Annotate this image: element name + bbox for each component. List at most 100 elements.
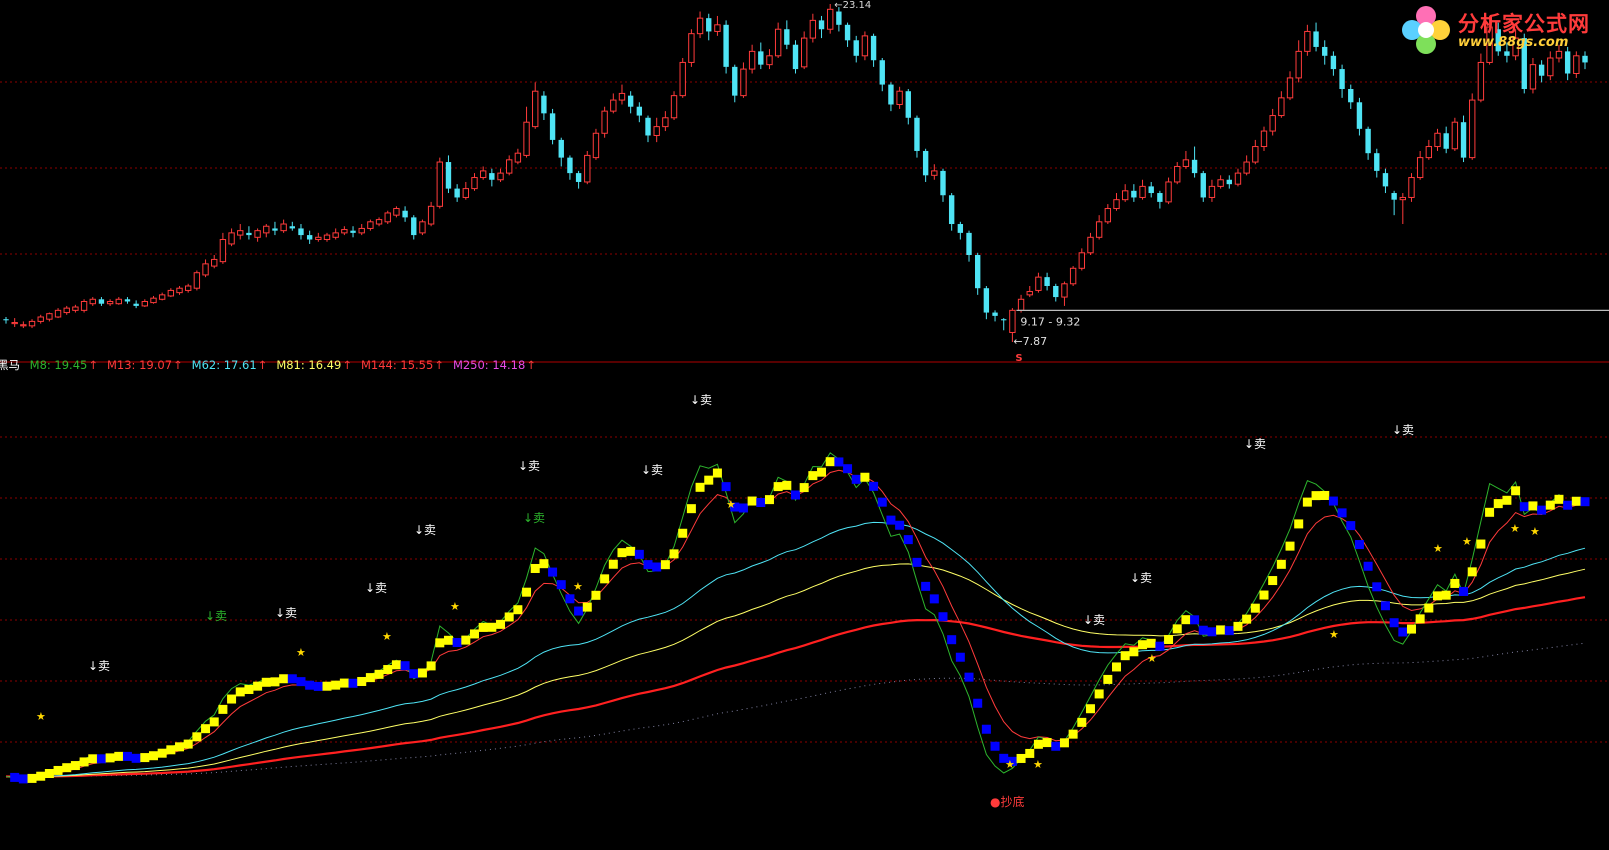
range-label: 9.17 - 9.32 <box>1020 315 1080 328</box>
candle-body <box>289 226 295 229</box>
candle-body <box>246 232 252 236</box>
trend-bar <box>1346 521 1356 531</box>
trend-bar <box>1172 624 1182 634</box>
candle-body <box>1382 173 1389 187</box>
candle-body <box>462 188 470 198</box>
candle-body <box>37 316 44 322</box>
candle-body <box>618 92 626 101</box>
trend-bar <box>270 677 280 687</box>
candle-body <box>1226 179 1232 185</box>
trend-bar <box>799 483 809 493</box>
candle-body <box>358 227 365 234</box>
candle-body <box>1044 277 1050 286</box>
trend-bar <box>808 471 818 481</box>
trend-bar <box>1311 491 1321 501</box>
trend-bar <box>1398 627 1408 637</box>
candle-body <box>28 320 36 327</box>
trend-bar <box>1146 638 1156 648</box>
candle-body <box>375 219 383 225</box>
candle-body <box>584 154 591 183</box>
candle-body <box>627 95 634 107</box>
candle-body <box>549 113 556 140</box>
trend-bar <box>1571 496 1581 506</box>
trend-bar <box>435 638 445 648</box>
trend-bar <box>1459 586 1469 596</box>
candle-body <box>3 319 9 321</box>
candle-body <box>1547 57 1554 77</box>
trend-bar <box>704 475 714 485</box>
stock-chart[interactable]: ←23.149.17 - 9.32←7.87S ↓卖↓卖 ↓卖↓卖↓卖↓卖↓卖 ↓卖… <box>0 0 1609 850</box>
up-arrow-icon: ↑ <box>173 358 183 372</box>
candle-body <box>1217 179 1224 187</box>
candle-body <box>1434 132 1441 148</box>
trend-bar <box>756 498 766 508</box>
trend-bar <box>157 748 167 758</box>
trend-bar <box>235 687 245 697</box>
candle-body <box>1451 121 1459 150</box>
candle-body <box>766 55 773 66</box>
m144-line <box>6 596 1586 778</box>
trend-bar <box>981 724 991 734</box>
candle-body <box>1139 185 1146 198</box>
sell-signal: ↓卖 <box>365 581 387 595</box>
candle-body <box>541 95 547 114</box>
candle-body <box>506 159 513 174</box>
trend-bar <box>18 774 28 784</box>
candle-body <box>1061 283 1068 298</box>
trend-bar <box>487 622 497 632</box>
trend-bar <box>1068 729 1078 739</box>
trend-bar <box>600 574 610 584</box>
candle-body <box>219 239 227 263</box>
trend-bar <box>764 495 774 505</box>
candle-body <box>1208 185 1216 198</box>
candle-body <box>98 299 105 304</box>
trend-bar <box>261 677 271 687</box>
trend-bar <box>1242 614 1252 624</box>
trend-bar <box>539 559 549 569</box>
candle-body <box>975 255 981 289</box>
trend-bar <box>1077 717 1087 727</box>
candle-body <box>1148 186 1154 194</box>
sell-signal: ↓卖 <box>1083 613 1105 627</box>
candle-body <box>193 272 201 289</box>
trend-bar <box>1285 541 1295 551</box>
trend-bar <box>1424 603 1434 613</box>
candle-body <box>471 177 478 190</box>
sell-signal: ↓卖 <box>205 609 227 623</box>
signal-markers: ↓卖 ↓卖 ↓卖 ↓卖 ↓卖 ↓卖 ↓卖 ↓卖 ↓卖 ↓卖 ↓卖 ↓卖 ↓卖 ★ ★ ★ ★ ★ ★ ★ ★ ★ ★ ★ ★ ★ ★… <box>36 393 1540 809</box>
trend-bar <box>747 496 757 506</box>
trend-bar <box>877 497 887 507</box>
brand-url[interactable]: www.88gs.com <box>1458 35 1568 50</box>
candle-body <box>1348 88 1354 103</box>
trend-bar <box>1216 625 1226 635</box>
candle-body <box>133 303 139 306</box>
trend-bar <box>1207 627 1217 637</box>
up-arrow-icon: ↑ <box>342 358 352 372</box>
trend-bar <box>903 535 913 545</box>
trend-bar <box>365 673 375 683</box>
trend-bar <box>313 681 323 691</box>
trend-bar <box>322 681 332 691</box>
indicator-items: M8: 19.45↑ M13: 19.07↑ M62: 17.61↑ M81: 16.… <box>30 358 545 372</box>
trend-bar <box>417 668 427 678</box>
trend-bar <box>1519 502 1529 512</box>
candle-body <box>601 110 608 134</box>
trend-bar <box>1181 615 1191 625</box>
sell-signal: ↓卖 <box>1392 423 1414 437</box>
trend-bar <box>990 741 1000 751</box>
star-signal: ★ <box>1433 542 1443 555</box>
candle-body <box>427 205 435 225</box>
candle-body <box>167 289 175 297</box>
candle-body <box>723 24 729 67</box>
candle-body <box>350 230 356 233</box>
trend-bar <box>183 739 193 749</box>
trend-bar <box>148 751 158 761</box>
trend-bar <box>1433 591 1443 601</box>
candle-body <box>454 188 460 198</box>
trend-bar <box>1511 486 1521 496</box>
candle-body <box>419 221 426 234</box>
candle-body <box>341 229 348 234</box>
trend-bar <box>253 681 263 691</box>
trend-bar <box>825 457 835 467</box>
star-signal: ★ <box>573 580 583 593</box>
